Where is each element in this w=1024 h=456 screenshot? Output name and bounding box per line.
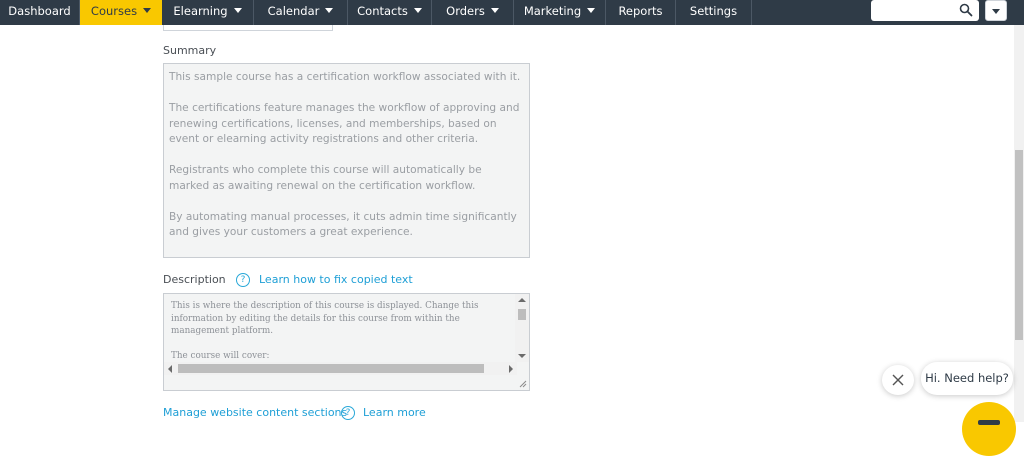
search-icon[interactable]	[959, 3, 973, 17]
nav-item-label: Dashboard	[8, 4, 71, 18]
chat-launcher-button[interactable]	[962, 402, 1016, 456]
help-icon[interactable]: ?	[236, 273, 250, 287]
chat-prompt-bubble[interactable]: Hi. Need help?	[921, 362, 1013, 395]
scrollbar-thumb[interactable]	[178, 364, 484, 373]
top-nav: Dashboard Courses Elearning Calendar Con…	[0, 0, 1024, 25]
summary-textarea[interactable]: This sample course has a certification w…	[163, 63, 530, 258]
description-paragraph: This is where the description of this co…	[171, 301, 479, 336]
resize-grip-icon[interactable]	[519, 380, 527, 388]
chat-close-button[interactable]	[882, 365, 914, 395]
summary-paragraph: By automating manual processes, it cuts …	[169, 210, 517, 239]
nav-item-dashboard[interactable]: Dashboard	[0, 0, 80, 25]
chevron-down-icon	[143, 8, 152, 13]
scroll-left-icon[interactable]	[168, 365, 172, 373]
description-paragraph: The course will cover:	[171, 351, 270, 361]
nav-item-calendar[interactable]: Calendar	[254, 0, 348, 25]
nav-item-label: Marketing	[523, 4, 582, 18]
search-input[interactable]	[871, 0, 979, 21]
chevron-down-icon	[413, 8, 422, 13]
page-scrollbar-thumb[interactable]	[1015, 150, 1023, 340]
help-icon[interactable]: ?	[341, 406, 355, 420]
fix-copied-text-link[interactable]: Learn how to fix copied text	[259, 273, 413, 286]
description-label: Description	[163, 273, 226, 286]
nav-item-reports[interactable]: Reports	[606, 0, 676, 25]
chevron-down-icon	[325, 8, 334, 13]
user-menu-button[interactable]	[985, 0, 1007, 21]
nav-item-label: Elearning	[173, 4, 228, 18]
description-textarea[interactable]: This is where the description of this co…	[163, 293, 530, 391]
nav-item-elearning[interactable]: Elearning	[162, 0, 254, 25]
summary-paragraph: Registrants who complete this course wil…	[169, 164, 482, 192]
chevron-down-icon	[587, 8, 596, 13]
nav-item-label: Settings	[689, 4, 738, 18]
nav-item-label: Calendar	[267, 4, 320, 18]
previous-field[interactable]	[163, 25, 333, 31]
nav-item-courses[interactable]: Courses	[80, 0, 162, 25]
summary-label: Summary	[163, 44, 217, 57]
horizontal-scrollbar[interactable]	[164, 362, 517, 375]
nav-item-orders[interactable]: Orders	[432, 0, 514, 25]
scroll-right-icon[interactable]	[509, 365, 513, 373]
nav-item-label: Reports	[618, 4, 663, 18]
scrollbar-thumb[interactable]	[518, 309, 526, 320]
chat-prompt-text: Hi. Need help?	[925, 371, 1009, 385]
nav-item-contacts[interactable]: Contacts	[348, 0, 432, 25]
manage-content-sections-link[interactable]: Manage website content sections	[163, 406, 347, 419]
scroll-down-icon[interactable]	[518, 354, 526, 358]
summary-paragraph: The certifications feature manages the w…	[169, 102, 520, 145]
vertical-scrollbar[interactable]	[515, 294, 529, 362]
chevron-down-icon	[992, 9, 1000, 14]
nav-item-marketing[interactable]: Marketing	[514, 0, 606, 25]
chevron-down-icon	[233, 8, 242, 13]
nav-item-settings[interactable]: Settings	[676, 0, 752, 25]
chevron-down-icon	[490, 8, 499, 13]
learn-more-link[interactable]: Learn more	[363, 406, 426, 419]
summary-paragraph: This sample course has a certification w…	[169, 71, 521, 83]
scroll-up-icon[interactable]	[518, 298, 526, 302]
close-icon	[892, 374, 904, 386]
nav-item-label: Orders	[446, 4, 485, 18]
nav-item-label: Courses	[90, 4, 138, 18]
nav-item-label: Contacts	[357, 4, 408, 18]
chat-icon	[978, 420, 1000, 425]
page-scrollbar[interactable]	[1014, 25, 1024, 422]
